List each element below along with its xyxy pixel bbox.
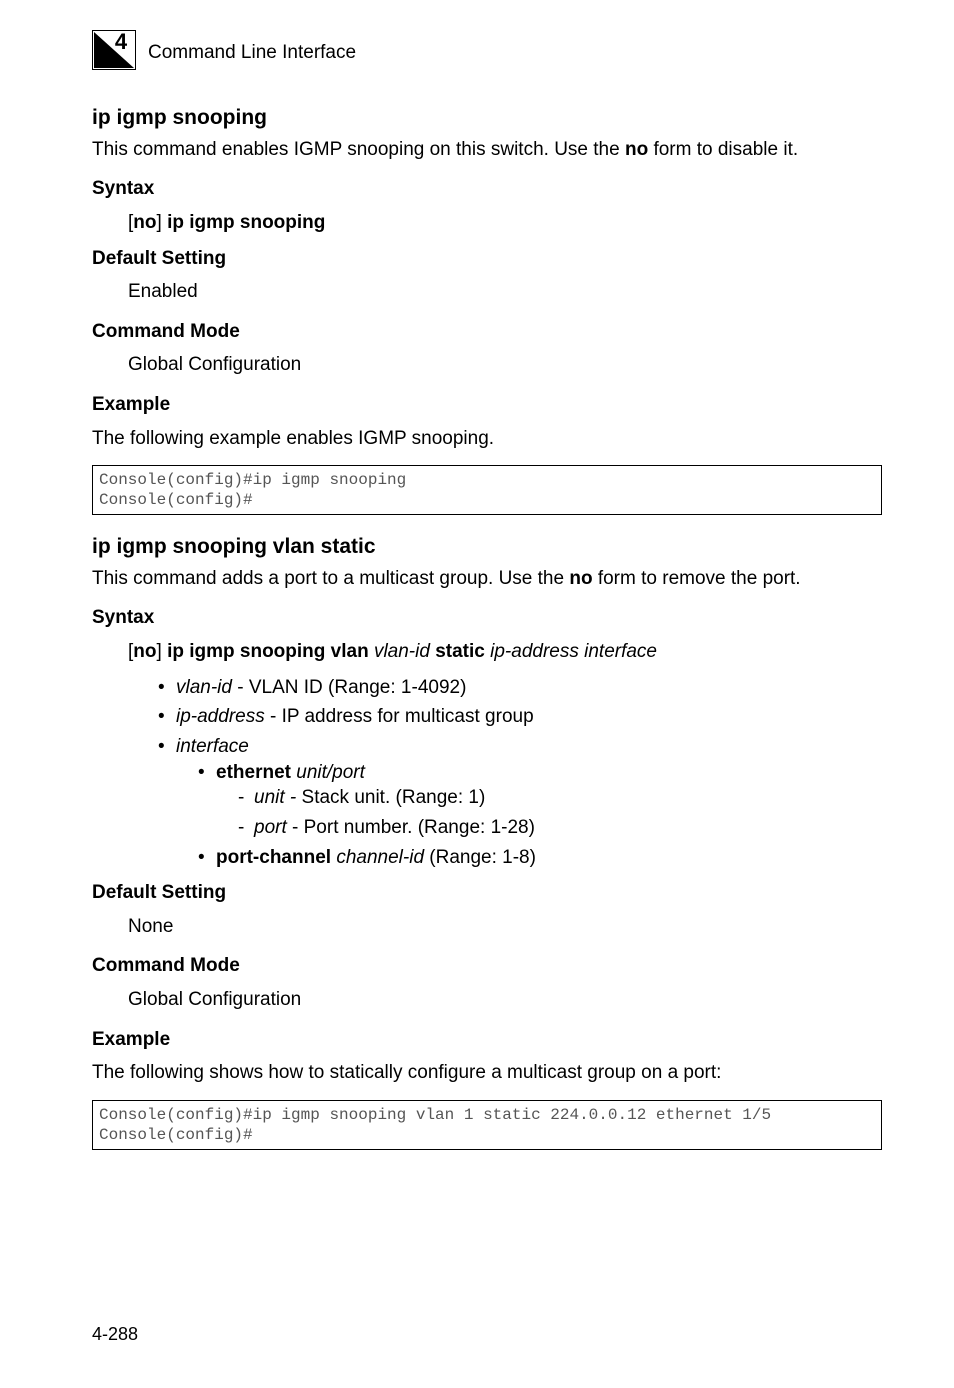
- bullet-italic: port: [332, 762, 365, 783]
- default-value: None: [128, 914, 882, 940]
- bullet-italic: unit: [254, 787, 285, 808]
- section-intro: This command adds a port to a multicast …: [92, 566, 882, 592]
- mode-label: Command Mode: [92, 953, 882, 979]
- intro-post: form to remove the port.: [593, 568, 801, 589]
- mode-value: Global Configuration: [128, 987, 882, 1013]
- bullet-text: (Range: 1-8): [424, 847, 536, 868]
- bullet-italic: channel-id: [336, 847, 424, 868]
- syntax-label: Syntax: [92, 605, 882, 631]
- syntax-i1: vlan-id: [374, 641, 430, 662]
- list-item: ip-address - IP address for multicast gr…: [158, 704, 882, 730]
- bullet-text: - IP address for multicast group: [265, 706, 534, 727]
- syntax-rest: ip igmp snooping: [167, 212, 325, 233]
- chapter-number-icon: 4: [92, 30, 136, 76]
- example-label: Example: [92, 392, 882, 418]
- bullet-italic: ip-address: [176, 706, 265, 727]
- intro-bold: no: [625, 139, 648, 160]
- intro-pre: This command adds a port to a multicast …: [92, 568, 569, 589]
- list-item: port - Port number. (Range: 1-28): [238, 815, 882, 841]
- list-item: vlan-id - VLAN ID (Range: 1-4092): [158, 675, 882, 701]
- syntax-label: Syntax: [92, 176, 882, 202]
- mode-label: Command Mode: [92, 319, 882, 345]
- default-label: Default Setting: [92, 246, 882, 272]
- bullet-italic: port: [254, 817, 287, 838]
- bullet-italic: interface: [176, 736, 249, 757]
- section-intro: This command enables IGMP snooping on th…: [92, 137, 882, 163]
- default-value: Enabled: [128, 279, 882, 305]
- syntax-bullets: vlan-id - VLAN ID (Range: 1-4092) ip-add…: [158, 675, 882, 870]
- section-heading: ip igmp snooping: [92, 104, 882, 132]
- list-item: port-channel channel-id (Range: 1-8): [198, 845, 882, 871]
- bullet-text: - Port number. (Range: 1-28): [287, 817, 535, 838]
- bullet-text: Stack unit. (Range: 1): [302, 787, 486, 808]
- list-item: unit - Stack unit. (Range: 1): [238, 785, 882, 811]
- example-label: Example: [92, 1027, 882, 1053]
- default-label: Default Setting: [92, 880, 882, 906]
- intro-post: form to disable it.: [648, 139, 798, 160]
- bullet-bold: ethernet: [216, 762, 291, 783]
- syntax-b1: ip igmp snooping vlan: [167, 641, 369, 662]
- dash-bullets: unit - Stack unit. (Range: 1) port - Por…: [238, 785, 882, 840]
- bullet-italic: vlan-id: [176, 677, 232, 698]
- code-block: Console(config)#ip igmp snooping vlan 1 …: [92, 1100, 882, 1150]
- syntax-no: no: [133, 212, 156, 233]
- bullet-italic: unit: [296, 762, 327, 783]
- syntax-b2: static: [435, 641, 485, 662]
- syntax-line: [no] ip igmp snooping vlan vlan-id stati…: [128, 639, 882, 665]
- example-text: The following example enables IGMP snoop…: [92, 426, 882, 452]
- mode-value: Global Configuration: [128, 352, 882, 378]
- example-text: The following shows how to statically co…: [92, 1060, 882, 1086]
- syntax-i2: ip-address interface: [490, 641, 657, 662]
- section-heading: ip igmp snooping vlan static: [92, 533, 882, 561]
- code-block: Console(config)#ip igmp snooping Console…: [92, 465, 882, 515]
- page-header-title: Command Line Interface: [148, 40, 356, 66]
- bullet-bold: port-channel: [216, 847, 331, 868]
- syntax-no: no: [133, 641, 156, 662]
- page-number: 4-288: [92, 1322, 138, 1346]
- intro-pre: This command enables IGMP snooping on th…: [92, 139, 625, 160]
- nested-bullets: ethernet unit/port unit - Stack unit. (R…: [198, 760, 882, 871]
- bullet-dash: -: [285, 787, 302, 808]
- list-item: interface ethernet unit/port unit - Stac…: [158, 734, 882, 870]
- intro-bold: no: [569, 568, 592, 589]
- syntax-line: [no] ip igmp snooping: [128, 210, 882, 236]
- bullet-text: - VLAN ID (Range: 1-4092): [232, 677, 466, 698]
- svg-text:4: 4: [115, 30, 128, 54]
- page-header: 4 Command Line Interface: [92, 30, 882, 76]
- list-item: ethernet unit/port unit - Stack unit. (R…: [198, 760, 882, 841]
